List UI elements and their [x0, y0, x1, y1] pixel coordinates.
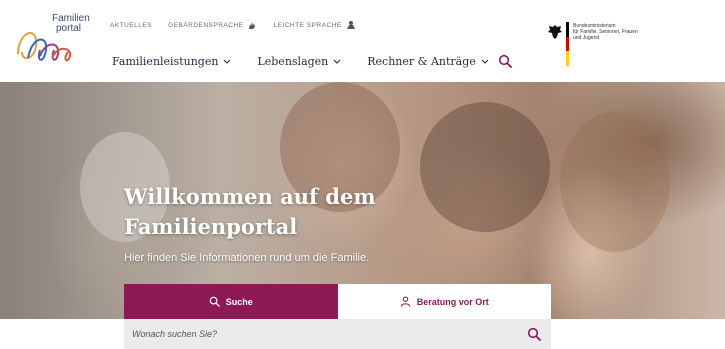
service-link-news[interactable]: Aktuelles: [110, 22, 152, 29]
sign-language-icon: [249, 22, 256, 29]
familienportal-logo[interactable]: Familien portal: [14, 14, 90, 70]
chevron-down-icon: [224, 59, 231, 64]
service-links: Aktuelles Gebärdensprache Leichte Sprach…: [110, 20, 356, 30]
main-navigation: Familienleistungen Lebenslagen Rechner &…: [112, 55, 515, 68]
tab-beratung-vor-ort[interactable]: Beratung vor Ort: [337, 284, 551, 319]
nav-item-rechner-antraege[interactable]: Rechner & Anträge: [367, 55, 489, 68]
service-link-label: Leichte Sprache: [273, 21, 342, 29]
service-link-label: Gebärdensprache: [168, 21, 244, 29]
logo-wordmark: Familien portal: [52, 14, 90, 34]
chevron-down-icon: [481, 59, 489, 64]
nav-item-label: Lebenslagen: [257, 55, 329, 68]
nav-item-familienleistungen[interactable]: Familienleistungen: [112, 55, 231, 68]
chevron-down-icon: [333, 59, 341, 64]
nav-item-label: Familienleistungen: [112, 55, 219, 68]
service-link-label: Aktuelles: [110, 21, 153, 29]
easy-language-icon: [346, 21, 355, 29]
service-link-easy-language[interactable]: Leichte Sprache: [273, 20, 355, 30]
tab-beratung-label: Beratung vor Ort: [416, 296, 489, 307]
nav-item-lebenslagen[interactable]: Lebenslagen: [257, 55, 341, 68]
service-link-sign-language[interactable]: Gebärdensprache: [168, 20, 257, 30]
german-flag-bar: [566, 22, 569, 66]
search-input[interactable]: [124, 320, 514, 348]
nav-item-label: Rechner & Anträge: [367, 55, 476, 68]
search-submit-icon[interactable]: [527, 327, 541, 341]
hero-subtitle: Hier finden Sie Informationen rund um di…: [124, 252, 370, 264]
person-icon: [400, 296, 410, 307]
federal-eagle-icon: [548, 25, 562, 39]
header-search-icon[interactable]: [498, 54, 512, 68]
tab-suche[interactable]: Suche: [124, 284, 338, 319]
site-header: Familien portal Aktuelles Gebärdensprach…: [0, 0, 725, 82]
logo-line2: portal: [56, 23, 82, 34]
ministry-logo[interactable]: Bundesministerium für Familie, Senioren,…: [548, 22, 718, 66]
search-tabs: Suche Beratung vor Ort: [124, 284, 551, 319]
search-icon: [209, 296, 220, 307]
hero-title: Willkommen auf dem Familienportal: [124, 184, 376, 239]
search-bar: [124, 319, 551, 349]
ministry-name: Bundesministerium für Familie, Senioren,…: [573, 23, 713, 41]
tab-suche-label: Suche: [225, 296, 253, 307]
ministry-line3: und Jugend: [573, 35, 600, 41]
